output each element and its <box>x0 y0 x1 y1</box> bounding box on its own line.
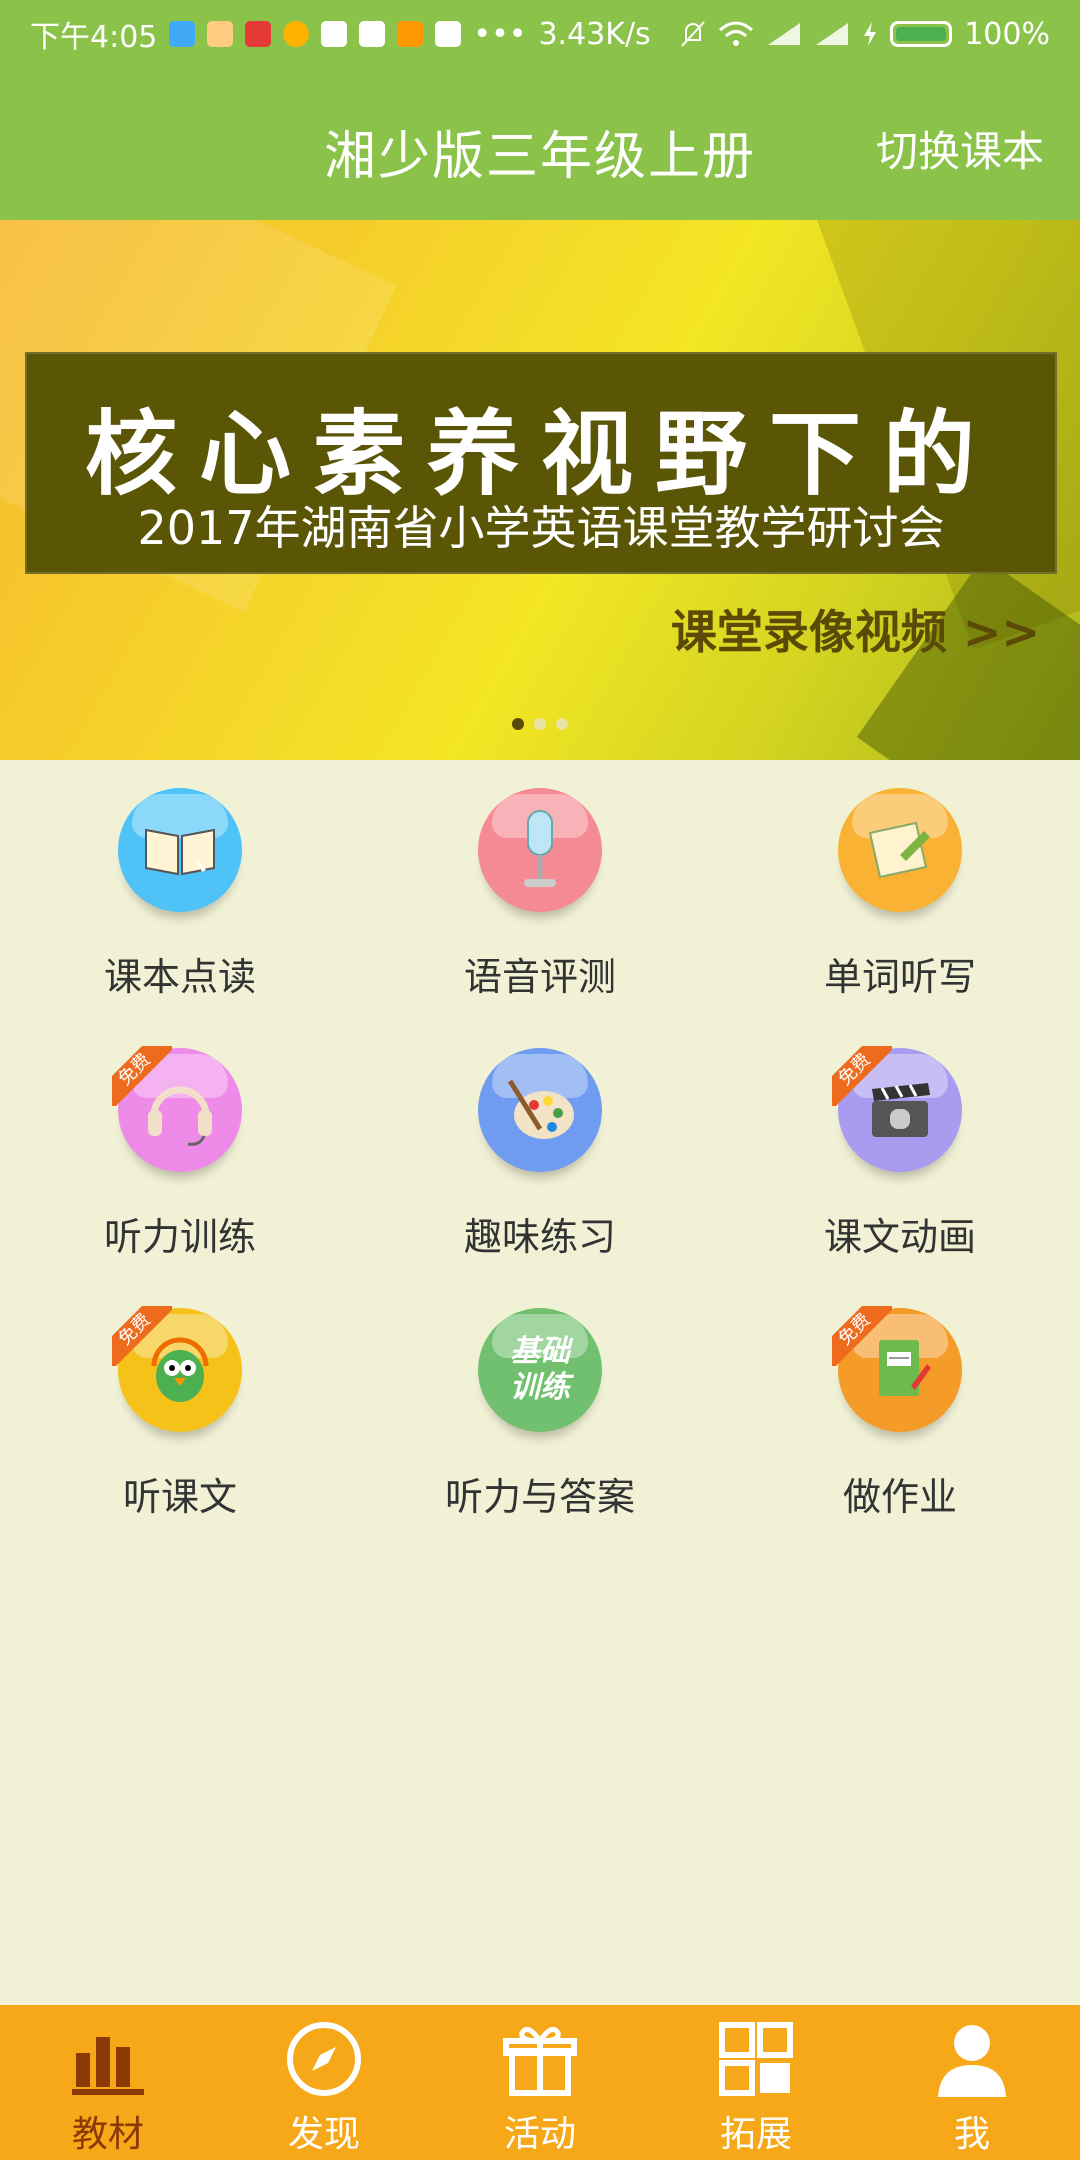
bottom-navigation: 教材 发现 活动 拓展 我 <box>0 2005 1080 2160</box>
free-badge: 免费 <box>112 1306 172 1366</box>
basic-training-text: 基础训练 <box>510 1334 570 1405</box>
tile-speech-evaluation[interactable]: 语音评测 <box>360 780 720 1010</box>
free-badge: 免费 <box>832 1046 892 1106</box>
basic-training-icon: 基础训练 <box>478 1308 602 1432</box>
nav-item-textbook[interactable]: 教材 <box>0 2005 216 2160</box>
nav-label: 拓展 <box>719 2114 792 2155</box>
pagination-dot[interactable] <box>556 718 568 730</box>
compass-icon <box>287 2022 361 2096</box>
more-icon: ••• <box>473 16 527 52</box>
network-speed: 3.43K/s <box>538 16 651 52</box>
headphones-icon: 免费 <box>112 1046 242 1172</box>
banner-title-box: 核心素养视野下的 2017年湖南省小学英语课堂教学研讨会 <box>25 352 1057 574</box>
nav-label: 发现 <box>287 2114 360 2155</box>
tile-text-animation[interactable]: 免费 课文动画 <box>720 1040 1080 1270</box>
status-time: 下午4:05 <box>30 20 158 55</box>
open-book-icon <box>118 788 242 912</box>
promo-banner[interactable]: 核心素养视野下的 2017年湖南省小学英语课堂教学研讨会 课堂录像视频 >> <box>0 220 1080 760</box>
app-header: 湘少版三年级上册 切换课本 <box>0 68 1080 220</box>
wifi-icon <box>719 21 754 46</box>
battery-icon <box>890 21 953 47</box>
weibo-icon <box>283 21 310 47</box>
tile-listening-answers[interactable]: 基础训练 听力与答案 <box>360 1300 720 1530</box>
tile-label: 单词听写 <box>823 955 976 999</box>
tile-label: 听力与答案 <box>444 1475 635 1519</box>
signal-icon <box>816 23 849 45</box>
tile-label: 语音评测 <box>463 955 616 999</box>
tile-fun-practice[interactable]: 趣味练习 <box>360 1040 720 1270</box>
tile-label: 课本点读 <box>103 955 256 999</box>
tile-listening-training[interactable]: 免费 听力训练 <box>0 1040 360 1270</box>
notification-icon <box>207 21 234 47</box>
switch-textbook-button[interactable]: 切换课本 <box>876 118 1044 179</box>
tile-label: 做作业 <box>842 1475 957 1519</box>
tile-label: 趣味练习 <box>463 1215 616 1259</box>
paper-pencil-icon <box>838 788 962 912</box>
tile-listen-text[interactable]: 免费 听课文 <box>0 1300 360 1530</box>
mute-bell-icon <box>681 21 705 47</box>
nav-label: 我 <box>953 2114 990 2155</box>
tile-homework[interactable]: 免费 做作业 <box>720 1300 1080 1530</box>
nav-item-me[interactable]: 我 <box>864 2005 1080 2160</box>
free-badge: 免费 <box>832 1306 892 1366</box>
signal-icon <box>768 23 801 45</box>
nav-item-discover[interactable]: 发现 <box>216 2005 432 2160</box>
nav-label: 教材 <box>71 2114 144 2155</box>
notification-icon <box>245 21 272 47</box>
gift-icon <box>503 2026 577 2096</box>
nav-item-expand[interactable]: 拓展 <box>648 2005 864 2160</box>
tile-label: 听课文 <box>122 1475 237 1519</box>
pagination-dot[interactable] <box>534 718 546 730</box>
notification-icon <box>321 21 348 47</box>
person-icon <box>938 2025 1006 2097</box>
tile-label: 听力训练 <box>103 1215 256 1259</box>
notebook-pen-icon: 免费 <box>832 1306 962 1432</box>
parrot-headphones-icon: 免费 <box>112 1306 242 1432</box>
nav-item-activity[interactable]: 活动 <box>432 2005 648 2160</box>
bar-chart-icon <box>72 2037 144 2095</box>
battery-level: 100% <box>964 16 1050 52</box>
banner-pagination <box>0 718 1080 730</box>
status-bar: 下午4:05 ••• 3.43K/s 100% <box>0 0 1080 68</box>
banner-video-link[interactable]: 课堂录像视频 >> <box>671 596 1040 662</box>
notification-icon <box>435 21 462 47</box>
microphone-icon <box>478 788 602 912</box>
grid-icon <box>719 2022 793 2096</box>
nav-label: 活动 <box>503 2114 576 2155</box>
tile-textbook-reading[interactable]: 课本点读 <box>0 780 360 1010</box>
palette-icon <box>478 1048 602 1172</box>
charging-icon <box>864 22 877 46</box>
banner-subtitle: 2017年湖南省小学英语课堂教学研讨会 <box>137 501 945 555</box>
play-icon <box>359 21 386 47</box>
pagination-dot-active[interactable] <box>512 718 524 730</box>
uc-browser-icon <box>397 21 424 47</box>
free-badge: 免费 <box>112 1046 172 1106</box>
notification-icon <box>169 21 196 47</box>
tile-word-dictation[interactable]: 单词听写 <box>720 780 1080 1010</box>
tile-label: 课文动画 <box>823 1215 976 1259</box>
film-clapper-icon: 免费 <box>832 1046 962 1172</box>
